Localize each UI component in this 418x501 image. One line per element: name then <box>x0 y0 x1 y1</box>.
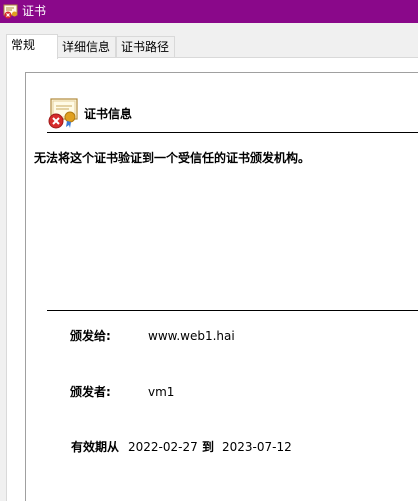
heading-divider <box>47 132 418 133</box>
issued-to-label: 颁发给: <box>70 329 111 343</box>
tab-details[interactable]: 详细信息 <box>57 36 116 58</box>
issued-by-value: vm1 <box>148 385 175 399</box>
validity-to-label: 到 <box>202 440 215 454</box>
certificate-info-box: 证书信息 无法将这个证书验证到一个受信任的证书颁发机构。 颁发给: www.we… <box>25 72 418 501</box>
untrusted-warning-text: 无法将这个证书验证到一个受信任的证书颁发机构。 <box>34 151 311 165</box>
general-tab-panel: 证书信息 无法将这个证书验证到一个受信任的证书颁发机构。 颁发给: www.we… <box>6 57 418 501</box>
certificate-error-icon <box>47 97 79 129</box>
window-title: 证书 <box>22 4 47 18</box>
valid-from-value: 2022-02-27 <box>128 440 198 454</box>
issued-by-label: 颁发者: <box>70 385 111 399</box>
fields-divider <box>47 310 418 311</box>
tab-strip: 常规 详细信息 证书路径 <box>0 23 418 59</box>
tab-general[interactable]: 常规 <box>6 34 58 59</box>
valid-to-value: 2023-07-12 <box>222 440 292 454</box>
tab-cert-path[interactable]: 证书路径 <box>116 36 175 58</box>
certificate-info-heading: 证书信息 <box>84 107 133 121</box>
window-titlebar: 证书 <box>0 0 418 23</box>
certificate-icon <box>3 3 19 19</box>
validity-label: 有效期从 <box>71 440 120 454</box>
issued-to-value: www.web1.hai <box>148 329 235 343</box>
